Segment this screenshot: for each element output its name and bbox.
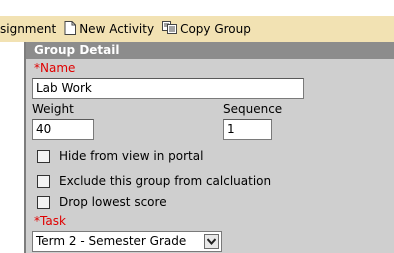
hide-from-portal-label: Hide from view in portal [59,149,204,163]
assignment-link-label: signment [0,22,57,36]
copy-group-button[interactable]: Copy Group [162,21,251,37]
exclude-from-calculation-label: Exclude this group from calcluation [59,174,272,188]
toolbar: signment New Activity Copy Group [0,16,394,42]
exclude-from-calculation-checkbox[interactable] [37,174,50,188]
assignment-link[interactable]: signment [0,22,56,36]
new-activity-label: New Activity [79,22,155,36]
new-activity-button[interactable]: New Activity [64,20,155,38]
weight-label: Weight [32,102,74,116]
sequence-label: Sequence [223,102,283,116]
sequence-field[interactable]: 1 [223,119,272,140]
name-field[interactable]: Lab Work [32,78,304,99]
copy-group-label: Copy Group [180,22,251,36]
hide-from-portal-row[interactable]: Hide from view in portal [37,149,203,163]
group-detail-panel: Group Detail *Name Lab Work Weight 40 Se… [24,42,394,253]
drop-lowest-score-label: Drop lowest score [59,195,167,209]
task-selected-value: Term 2 - Semester Grade [36,234,187,248]
copy-icon [162,21,178,37]
task-select[interactable]: Term 2 - Semester Grade [32,231,222,252]
exclude-from-calculation-row[interactable]: Exclude this group from calcluation [37,174,271,188]
task-label: *Task [34,214,66,228]
hide-from-portal-checkbox[interactable] [37,149,50,163]
drop-lowest-score-row[interactable]: Drop lowest score [37,195,167,209]
name-label-text: Name [40,61,76,75]
new-document-icon [64,20,77,38]
panel-title: Group Detail [26,42,394,59]
top-whitespace [0,0,394,16]
chevron-down-icon [207,238,216,245]
task-dropdown-button[interactable] [204,234,219,249]
task-label-text: Task [40,214,66,228]
name-label: *Name [34,61,75,75]
drop-lowest-score-checkbox[interactable] [37,195,50,209]
weight-field[interactable]: 40 [32,119,94,140]
